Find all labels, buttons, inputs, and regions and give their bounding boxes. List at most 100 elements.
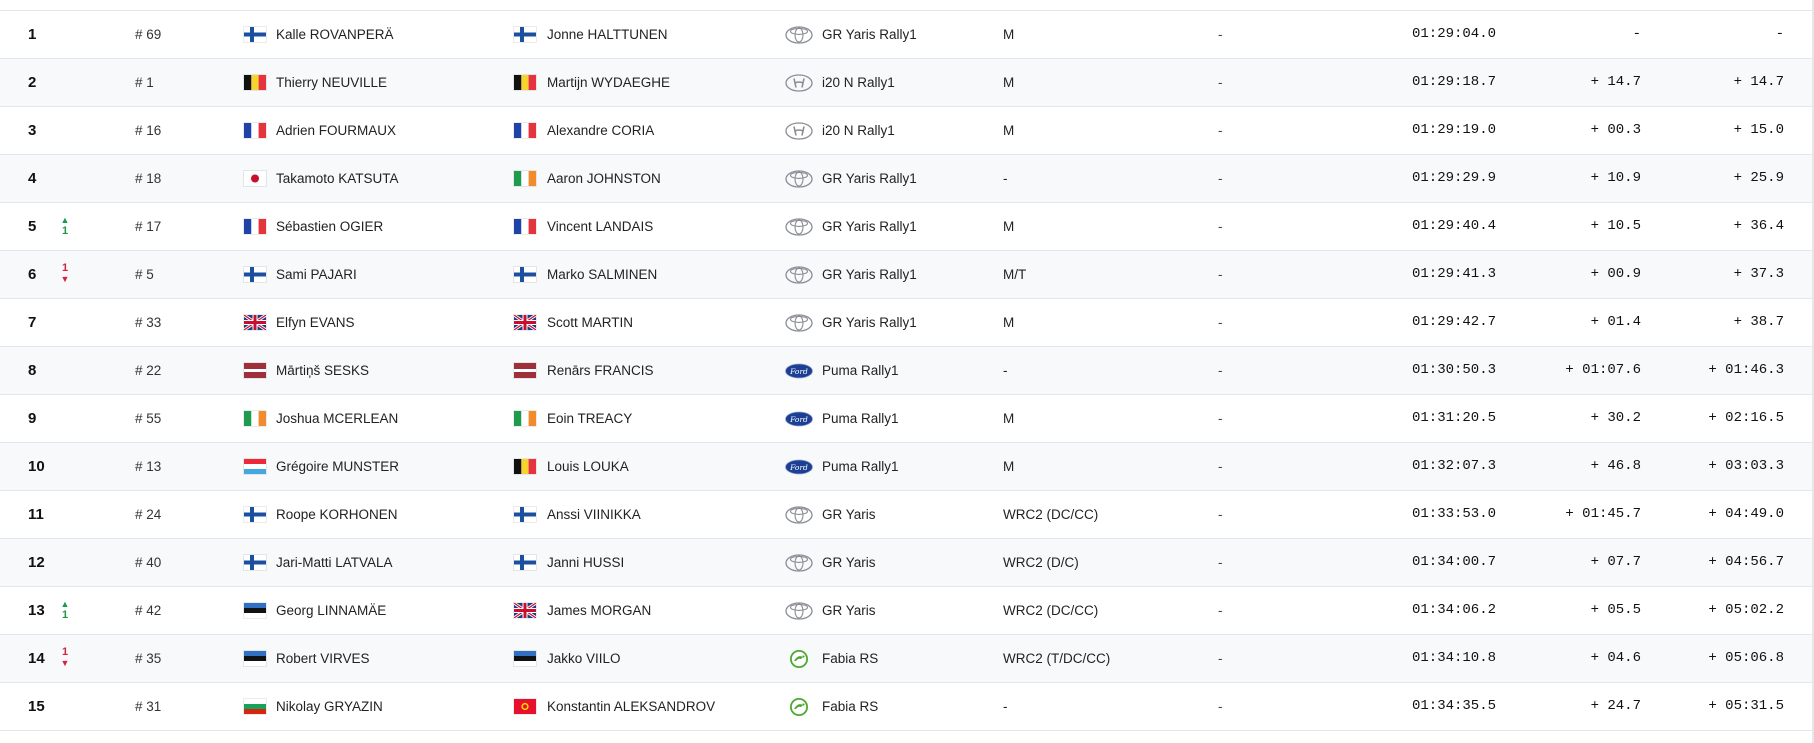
- penalty: -: [1218, 75, 1223, 90]
- driver-name[interactable]: Joshua MCERLEAN: [276, 395, 398, 442]
- result-row[interactable]: 8 # 22 Mārtiņš SESKS Renārs FRANCIS Ford Puma…: [0, 347, 1812, 395]
- driver-name[interactable]: Jari-Matti LATVALA: [276, 539, 393, 586]
- driver-name[interactable]: Georg LINNAMÄE: [276, 587, 386, 634]
- driver-name[interactable]: Sami PAJARI: [276, 251, 357, 298]
- codriver-name[interactable]: Scott MARTIN: [547, 299, 633, 346]
- penalty: -: [1218, 171, 1223, 186]
- result-row[interactable]: 9 # 55 Joshua MCERLEAN Eoin TREACY Ford Puma …: [0, 395, 1812, 443]
- position: 1: [28, 26, 37, 43]
- fr-flag-icon: [514, 123, 536, 138]
- result-row[interactable]: 10 # 13 Grégoire MUNSTER Louis LOUKA Ford Pum…: [0, 443, 1812, 491]
- codriver-name[interactable]: James MORGAN: [547, 587, 651, 634]
- driver-name[interactable]: Kalle ROVANPERÄ: [276, 11, 394, 58]
- gap-previous: + 24.7: [1590, 698, 1641, 714]
- car-number: # 31: [135, 699, 162, 714]
- ee-flag-icon: [244, 603, 266, 618]
- class-label: WRC2 (DC/CC): [1003, 603, 1099, 618]
- gap-first: + 15.0: [1733, 122, 1784, 138]
- driver-name[interactable]: Adrien FOURMAUX: [276, 107, 396, 154]
- codriver-name[interactable]: Eoin TREACY: [547, 395, 632, 442]
- gap-first: + 05:02.2: [1708, 602, 1784, 618]
- driver-name[interactable]: Takamoto KATSUTA: [276, 155, 399, 202]
- car-model: Puma Rally1: [822, 363, 899, 378]
- codriver-name[interactable]: Konstantin ALEKSANDROV: [547, 683, 715, 730]
- ie-flag-icon: [514, 171, 536, 186]
- gap-previous: + 07.7: [1590, 554, 1641, 570]
- result-row[interactable]: 5 ▲ 1 # 17 Sébastien OGIER Vincent LANDAIS GR …: [0, 203, 1812, 251]
- driver-name[interactable]: Roope KORHONEN: [276, 491, 398, 538]
- gap-first: + 02:16.5: [1708, 410, 1784, 426]
- result-row[interactable]: 11 # 24 Roope KORHONEN Anssi VIINIKKA GR Yar…: [0, 491, 1812, 539]
- class-label: -: [1003, 699, 1008, 714]
- codriver-name[interactable]: Alexandre CORIA: [547, 107, 654, 154]
- fi-flag-icon: [244, 267, 266, 282]
- result-row[interactable]: 13 ▲ 1 # 42 Georg LINNAMÄE James MORGAN GR Yar…: [0, 587, 1812, 635]
- total-time: 01:29:29.9: [1411, 170, 1496, 186]
- codriver-name[interactable]: Anssi VIINIKKA: [547, 491, 641, 538]
- toyota-logo-icon: [784, 505, 814, 525]
- codriver-name[interactable]: Louis LOUKA: [547, 443, 629, 490]
- car-number: # 33: [135, 315, 162, 330]
- car-number: # 18: [135, 171, 162, 186]
- hyundai-logo-icon: [784, 121, 814, 141]
- result-row[interactable]: 6 1 ▼ # 5 Sami PAJARI Marko SALMINEN GR Yaris …: [0, 251, 1812, 299]
- class-label: M: [1003, 75, 1015, 90]
- codriver-name[interactable]: Jonne HALTTUNEN: [547, 11, 668, 58]
- result-row[interactable]: 3 # 16 Adrien FOURMAUX Alexandre CORIA i20 N…: [0, 107, 1812, 155]
- position: 9: [28, 410, 37, 427]
- result-row[interactable]: 7 # 33 Elfyn EVANS Scott MARTIN GR Yaris Ral…: [0, 299, 1812, 347]
- driver-name[interactable]: Nikolay GRYAZIN: [276, 683, 383, 730]
- total-time: 01:32:07.3: [1411, 458, 1496, 474]
- codriver-name[interactable]: Aaron JOHNSTON: [547, 155, 661, 202]
- be-flag-icon: [514, 75, 536, 90]
- car-number: # 1: [135, 75, 154, 90]
- car-number: # 42: [135, 603, 162, 618]
- codriver-name[interactable]: Martijn WYDAEGHE: [547, 59, 670, 106]
- toyota-logo-icon: [784, 217, 814, 237]
- result-row[interactable]: 4 # 18 Takamoto KATSUTA Aaron JOHNSTON GR Ya…: [0, 155, 1812, 203]
- fr-flag-icon: [514, 219, 536, 234]
- driver-name[interactable]: Robert VIRVES: [276, 635, 370, 682]
- lv-flag-icon: [244, 363, 266, 378]
- codriver-name[interactable]: Renārs FRANCIS: [547, 347, 654, 394]
- position: 5: [28, 218, 37, 235]
- codriver-name[interactable]: Jakko VIILO: [547, 635, 621, 682]
- penalty: -: [1218, 459, 1223, 474]
- gb-flag-icon: [514, 315, 536, 330]
- gap-first: -: [1775, 26, 1784, 42]
- total-time: 01:34:35.5: [1411, 698, 1496, 714]
- car-model: i20 N Rally1: [822, 123, 895, 138]
- position: 2: [28, 74, 37, 91]
- fi-flag-icon: [514, 507, 536, 522]
- ford-logo-icon: Ford: [784, 361, 814, 381]
- car-model: Fabia RS: [822, 699, 879, 714]
- result-row[interactable]: 15 # 31 Nikolay GRYAZIN Konstantin ALEKSAND…: [0, 683, 1812, 731]
- skoda-logo-icon: [784, 697, 814, 717]
- gap-first: + 04:49.0: [1708, 506, 1784, 522]
- driver-name[interactable]: Elfyn EVANS: [276, 299, 355, 346]
- skoda-logo-icon: [784, 649, 814, 669]
- driver-name[interactable]: Thierry NEUVILLE: [276, 59, 387, 106]
- position: 10: [28, 458, 45, 475]
- codriver-name[interactable]: Vincent LANDAIS: [547, 203, 653, 250]
- class-label: -: [1003, 363, 1008, 378]
- car-number: # 24: [135, 507, 162, 522]
- result-row[interactable]: 14 1 ▼ # 35 Robert VIRVES Jakko VIILO Fabia RS…: [0, 635, 1812, 683]
- result-row[interactable]: 12 # 40 Jari-Matti LATVALA Janni HUSSI GR Ya…: [0, 539, 1812, 587]
- driver-name[interactable]: Grégoire MUNSTER: [276, 443, 399, 490]
- codriver-name[interactable]: Janni HUSSI: [547, 539, 624, 586]
- car-model: GR Yaris: [822, 507, 876, 522]
- car-number: # 40: [135, 555, 162, 570]
- codriver-name[interactable]: Marko SALMINEN: [547, 251, 657, 298]
- driver-name[interactable]: Sébastien OGIER: [276, 203, 383, 250]
- driver-name[interactable]: Mārtiņš SESKS: [276, 347, 369, 394]
- be-flag-icon: [514, 459, 536, 474]
- car-model: i20 N Rally1: [822, 75, 895, 90]
- result-row[interactable]: 1 # 69 Kalle ROVANPERÄ Jonne HALTTUNEN GR Ya…: [0, 11, 1812, 59]
- hyundai-logo-icon: [784, 73, 814, 93]
- gap-previous: + 30.2: [1590, 410, 1641, 426]
- toyota-logo-icon: [784, 265, 814, 285]
- gap-first: + 38.7: [1733, 314, 1784, 330]
- penalty: -: [1218, 603, 1223, 618]
- result-row[interactable]: 2 # 1 Thierry NEUVILLE Martijn WYDAEGHE i20 …: [0, 59, 1812, 107]
